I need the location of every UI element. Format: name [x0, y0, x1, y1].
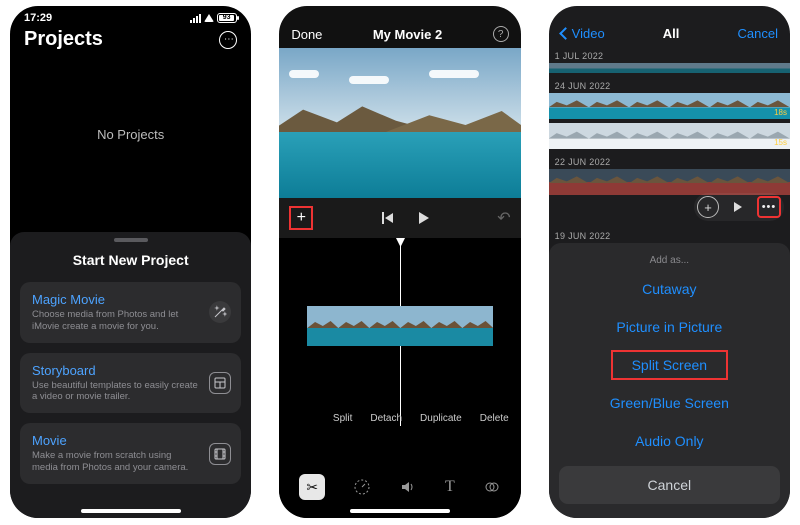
action-duplicate[interactable]: Duplicate — [420, 413, 462, 424]
undo-icon[interactable]: ↶ — [497, 208, 510, 228]
back-button[interactable]: Video — [561, 26, 605, 41]
add-as-sheet: Add as... Cutaway Picture in Picture Spl… — [549, 243, 790, 518]
clock: 17:29 — [24, 12, 52, 24]
video-preview[interactable]: 18.4s ⊕ — [279, 48, 520, 198]
empty-state: No Projects — [10, 59, 251, 209]
add-media-button[interactable]: + — [289, 206, 313, 230]
help-icon[interactable]: ? — [493, 26, 509, 42]
card-desc: Make a movie from scratch using media fr… — [32, 450, 199, 474]
cancel-button[interactable]: Cancel — [738, 26, 778, 41]
clip-duration: 15s — [774, 138, 787, 147]
clip-row-selected[interactable]: + ••• — [549, 169, 790, 195]
scissors-icon[interactable]: ✂ — [299, 474, 325, 500]
card-movie[interactable]: Movie Make a movie from scratch using me… — [20, 423, 241, 484]
clip-mini-controls: + ••• — [694, 193, 784, 221]
filter-icon[interactable] — [483, 478, 501, 496]
project-title: My Movie 2 — [373, 27, 442, 42]
option-green-blue-screen[interactable]: Green/Blue Screen — [557, 384, 782, 422]
wifi-icon — [204, 14, 214, 22]
phone-projects: 17:29 93 Projects ⋯ No Projects Start Ne… — [10, 6, 251, 518]
empty-label: No Projects — [97, 127, 164, 142]
storyboard-icon — [209, 372, 231, 394]
date-label: 19 JUN 2022 — [549, 227, 790, 243]
skip-start-icon[interactable] — [382, 212, 393, 224]
sheet-subtitle: Add as... — [557, 251, 782, 270]
home-indicator[interactable] — [81, 509, 181, 513]
card-title: Storyboard — [32, 363, 199, 378]
date-label: 1 JUL 2022 — [549, 47, 790, 63]
sheet-title: Start New Project — [10, 252, 251, 268]
option-cutaway[interactable]: Cutaway — [557, 270, 782, 308]
done-button[interactable]: Done — [291, 27, 322, 42]
option-split-screen[interactable]: Split Screen — [557, 346, 782, 384]
date-label: 24 JUN 2022 — [549, 77, 790, 93]
clip-row[interactable] — [549, 63, 790, 73]
mini-add-icon[interactable]: + — [697, 196, 719, 218]
more-icon[interactable]: ⋯ — [219, 31, 237, 49]
date-label: 22 JUN 2022 — [549, 153, 790, 169]
status-bar: 17:29 93 — [10, 6, 251, 26]
new-project-sheet: Start New Project Magic Movie Choose med… — [10, 232, 251, 518]
segment-all[interactable]: All — [663, 26, 680, 41]
action-split[interactable]: Split — [333, 413, 352, 424]
phone-editor: Done My Movie 2 ? 18.4s ⊕ + ↶ Split Deta — [279, 6, 520, 518]
timeline[interactable]: Split Detach Duplicate Delete — [279, 238, 520, 466]
action-delete[interactable]: Delete — [480, 413, 509, 424]
card-storyboard[interactable]: Storyboard Use beautiful templates to ea… — [20, 353, 241, 414]
option-audio-only[interactable]: Audio Only — [557, 422, 782, 460]
battery-icon: 93 — [217, 13, 237, 23]
clip-row[interactable]: 18s — [549, 93, 790, 119]
picker-nav: Video All Cancel — [549, 6, 790, 47]
action-detach[interactable]: Detach — [370, 413, 402, 424]
clip-duration: 18s — [774, 108, 787, 117]
film-icon — [209, 443, 231, 465]
card-title: Movie — [32, 433, 199, 448]
text-icon[interactable]: T — [445, 478, 455, 496]
card-desc: Use beautiful templates to easily create… — [32, 380, 199, 404]
page-title: Projects — [24, 28, 103, 51]
volume-icon[interactable] — [399, 478, 417, 496]
clip-row[interactable]: 15s — [549, 123, 790, 149]
editor-nav: Done My Movie 2 ? — [279, 6, 520, 48]
cell-signal-icon — [190, 14, 201, 23]
option-picture-in-picture[interactable]: Picture in Picture — [557, 308, 782, 346]
clip-action-bar: Split Detach Duplicate Delete — [279, 413, 520, 424]
play-icon[interactable] — [419, 212, 429, 224]
mini-more-icon[interactable]: ••• — [757, 196, 781, 218]
speed-icon[interactable] — [353, 478, 371, 496]
wand-icon — [209, 301, 231, 323]
status-right: 93 — [190, 13, 237, 23]
sheet-cancel-button[interactable]: Cancel — [559, 466, 780, 504]
card-title: Magic Movie — [32, 292, 199, 307]
nav-bar: Projects ⋯ — [10, 26, 251, 59]
home-indicator[interactable] — [350, 509, 450, 513]
transport-bar: + ↶ — [279, 198, 520, 238]
card-magic-movie[interactable]: Magic Movie Choose media from Photos and… — [20, 282, 241, 343]
mini-play-icon[interactable] — [727, 196, 749, 218]
sheet-grabber[interactable] — [114, 238, 148, 242]
card-desc: Choose media from Photos and let iMovie … — [32, 309, 199, 333]
timeline-clip[interactable] — [307, 306, 497, 346]
phone-media-picker: Video All Cancel 1 JUL 2022 24 JUN 2022 … — [549, 6, 790, 518]
